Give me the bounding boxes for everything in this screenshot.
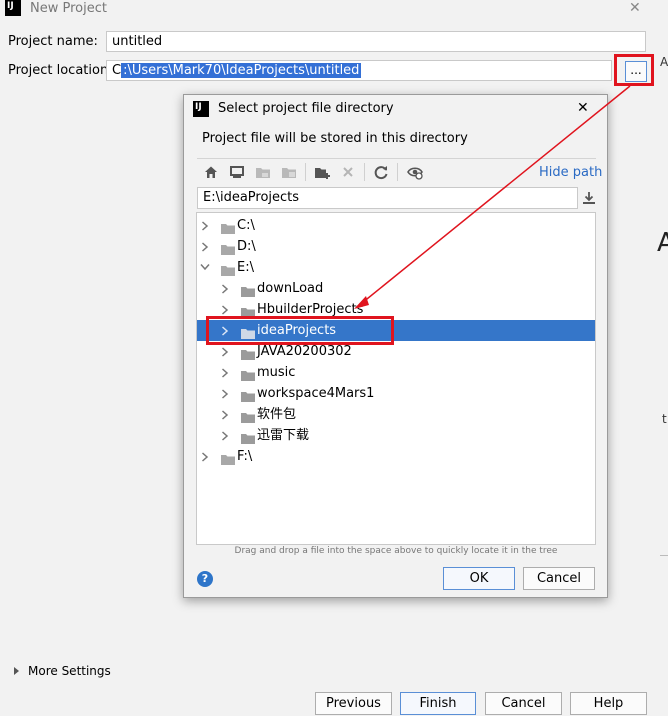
finish-button[interactable]: Finish: [400, 692, 476, 715]
help-icon[interactable]: ?: [197, 571, 213, 587]
dialog-cancel-button[interactable]: Cancel: [523, 567, 595, 590]
cancel-button[interactable]: Cancel: [485, 692, 562, 715]
previous-button[interactable]: Previous: [315, 692, 392, 715]
more-settings-label[interactable]: More Settings: [28, 664, 111, 678]
dialog-hint: Drag and drop a file into the space abov…: [234, 546, 558, 556]
more-settings-chevron-icon[interactable]: [13, 665, 21, 675]
annotation-arrow: [354, 85, 631, 309]
help-button[interactable]: Help: [570, 692, 647, 715]
dialog-ok-button[interactable]: OK: [443, 567, 515, 590]
